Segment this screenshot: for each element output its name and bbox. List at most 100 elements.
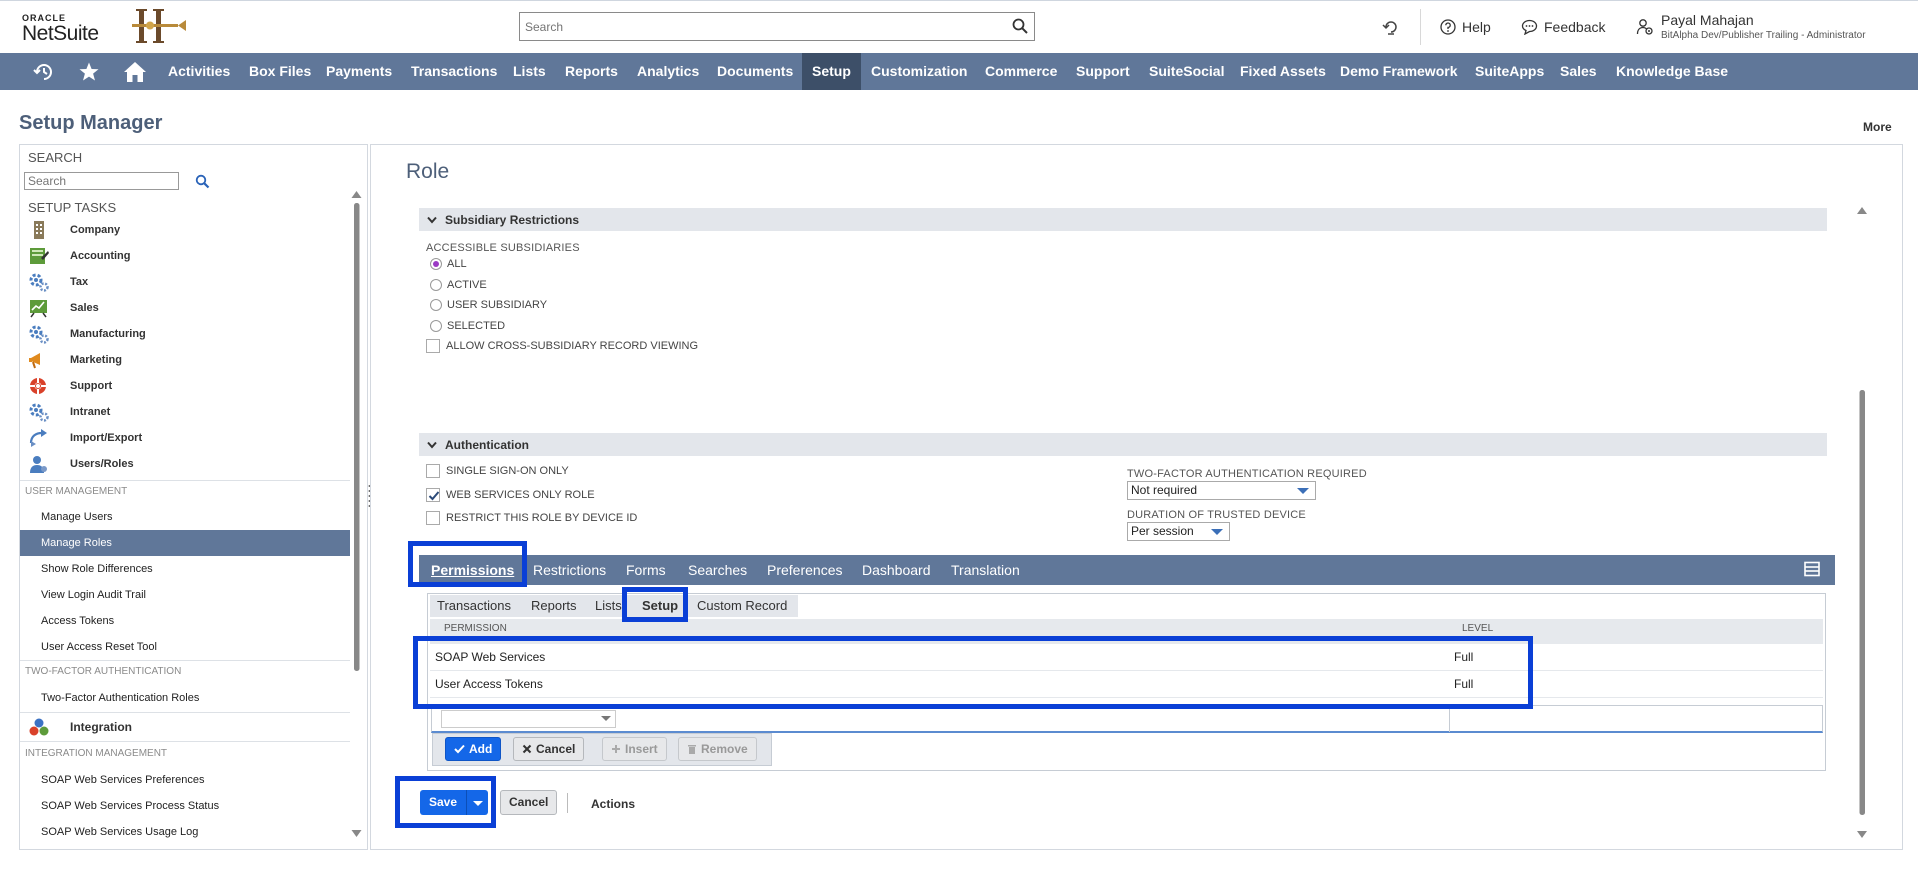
subsidiary-restrictions-section[interactable]: Subsidiary Restrictions [419,208,1827,231]
netsuite-logo[interactable]: ORACLE NetSuite [22,13,99,45]
table-row[interactable]: SOAP Web Services Full [430,644,1823,671]
link-soap-preferences[interactable]: SOAP Web Services Preferences [20,767,350,793]
save-options-chevron-icon[interactable] [466,790,489,815]
radio-user-subsidiary[interactable]: USER SUBSIDIARY [430,299,547,311]
task-import-export[interactable]: Import/Export [28,427,142,449]
sidebar-search-icon[interactable] [195,174,210,189]
subtab-lists[interactable]: Lists [595,598,622,613]
task-manufacturing[interactable]: Manufacturing [28,323,146,345]
recent-records-icon[interactable] [1382,18,1400,36]
nav-reports[interactable]: Reports [555,53,628,90]
link-show-role-differences[interactable]: Show Role Differences [20,556,350,582]
tab-forms[interactable]: Forms [626,562,666,578]
tab-translation[interactable]: Translation [951,562,1020,578]
nav-demo-framework[interactable]: Demo Framework [1330,53,1467,90]
link-soap-usage-log[interactable]: SOAP Web Services Usage Log [20,819,350,845]
sidebar-search-box[interactable] [24,172,179,190]
task-marketing[interactable]: Marketing [28,349,122,371]
new-permission-row[interactable] [431,705,1823,733]
radio-active-button[interactable] [430,279,442,291]
feedback-link[interactable]: Feedback [1521,19,1605,35]
table-row[interactable]: User Access Tokens Full [430,671,1823,698]
user-menu[interactable]: Payal Mahajan BitAlpha Dev/Publisher Tra… [1636,12,1866,43]
nav-analytics[interactable]: Analytics [627,53,709,90]
task-intranet[interactable]: Intranet [28,401,110,423]
tab-preferences[interactable]: Preferences [767,562,842,578]
task-tax[interactable]: Tax [28,271,88,293]
recent-history-icon[interactable] [33,61,55,83]
sidebar-search-input[interactable] [25,173,178,189]
nav-box-files[interactable]: Box Files [239,53,321,90]
radio-user-subsidiary-button[interactable] [430,299,442,311]
link-manage-roles[interactable]: Manage Roles [20,530,350,556]
nav-documents[interactable]: Documents [707,53,803,90]
trusted-device-select[interactable]: Per session [1127,522,1230,541]
add-button[interactable]: Add [445,737,502,761]
cancel-button[interactable]: Cancel [500,790,558,815]
restrict-device-box[interactable] [426,511,440,525]
radio-all[interactable]: ALL [430,258,467,270]
nav-commerce[interactable]: Commerce [975,53,1067,90]
integration-group[interactable]: Integration [20,712,350,742]
task-sales[interactable]: Sales [28,297,99,319]
home-icon[interactable] [123,61,147,83]
nav-support[interactable]: Support [1066,53,1140,90]
task-users-roles[interactable]: Users/Roles [28,453,134,475]
single-sign-on-checkbox[interactable]: SINGLE SIGN-ON ONLY [426,464,569,478]
radio-selected[interactable]: SELECTED [430,320,505,332]
task-support[interactable]: Support [28,375,112,397]
main-scrollbar[interactable] [1856,205,1868,840]
subtab-custom-record[interactable]: Custom Record [697,598,787,613]
radio-active[interactable]: ACTIVE [430,279,487,291]
nav-sales[interactable]: Sales [1550,53,1607,90]
permission-select[interactable] [441,710,616,728]
link-manage-users[interactable]: Manage Users [20,504,350,530]
authentication-section[interactable]: Authentication [419,433,1827,456]
search-icon[interactable] [1012,18,1028,34]
tab-dashboard[interactable]: Dashboard [862,562,931,578]
link-access-tokens[interactable]: Access Tokens [20,608,350,634]
link-user-access-reset-tool[interactable]: User Access Reset Tool [20,634,350,660]
nav-setup[interactable]: Setup [802,53,861,90]
tab-restrictions[interactable]: Restrictions [533,562,606,578]
more-menu[interactable]: More [1863,120,1892,134]
allow-cross-subsidiary-checkbox[interactable]: ALLOW CROSS-SUBSIDIARY RECORD VIEWING [426,339,698,353]
nav-activities[interactable]: Activities [158,53,240,90]
task-company[interactable]: Company [28,219,120,241]
link-two-factor-roles[interactable]: Two-Factor Authentication Roles [20,685,350,711]
restrict-device-checkbox[interactable]: RESTRICT THIS ROLE BY DEVICE ID [426,511,637,525]
subtab-setup[interactable]: Setup [642,598,678,613]
nav-fixed-assets[interactable]: Fixed Assets [1230,53,1336,90]
task-accounting[interactable]: Accounting [28,245,131,267]
sidebar-scrollbar[interactable] [351,189,362,839]
subtab-reports[interactable]: Reports [531,598,577,613]
subtab-transactions[interactable]: Transactions [437,598,511,613]
cancel-line-button[interactable]: Cancel [513,737,585,761]
two-factor-required-select[interactable]: Not required [1127,481,1316,500]
nav-payments[interactable]: Payments [316,53,402,90]
tab-permissions[interactable]: Permissions [431,562,514,578]
nav-suitesocial[interactable]: SuiteSocial [1139,53,1234,90]
radio-all-button[interactable] [430,258,442,270]
global-search-input[interactable] [520,13,990,40]
tab-menu-icon[interactable] [1804,561,1820,577]
link-view-login-audit-trail[interactable]: View Login Audit Trail [20,582,350,608]
radio-selected-button[interactable] [430,320,442,332]
web-services-only-checkbox[interactable]: WEB SERVICES ONLY ROLE [426,488,595,502]
allow-cross-subsidiary-box[interactable] [426,339,440,353]
help-link[interactable]: Help [1440,19,1491,35]
tab-searches[interactable]: Searches [688,562,747,578]
save-button[interactable]: Save [420,790,489,815]
actions-menu[interactable]: Actions [591,797,635,811]
global-search[interactable] [519,12,1035,41]
link-soap-process-status[interactable]: SOAP Web Services Process Status [20,793,350,819]
nav-customization[interactable]: Customization [861,53,977,90]
favorites-star-icon[interactable] [78,61,100,83]
nav-transactions[interactable]: Transactions [401,53,507,90]
nav-suiteapps[interactable]: SuiteApps [1465,53,1554,90]
nav-lists[interactable]: Lists [503,53,556,90]
nav-knowledge-base[interactable]: Knowledge Base [1606,53,1738,90]
plus-icon [612,745,620,753]
web-services-only-box[interactable] [426,488,440,502]
single-sign-on-box[interactable] [426,464,440,478]
